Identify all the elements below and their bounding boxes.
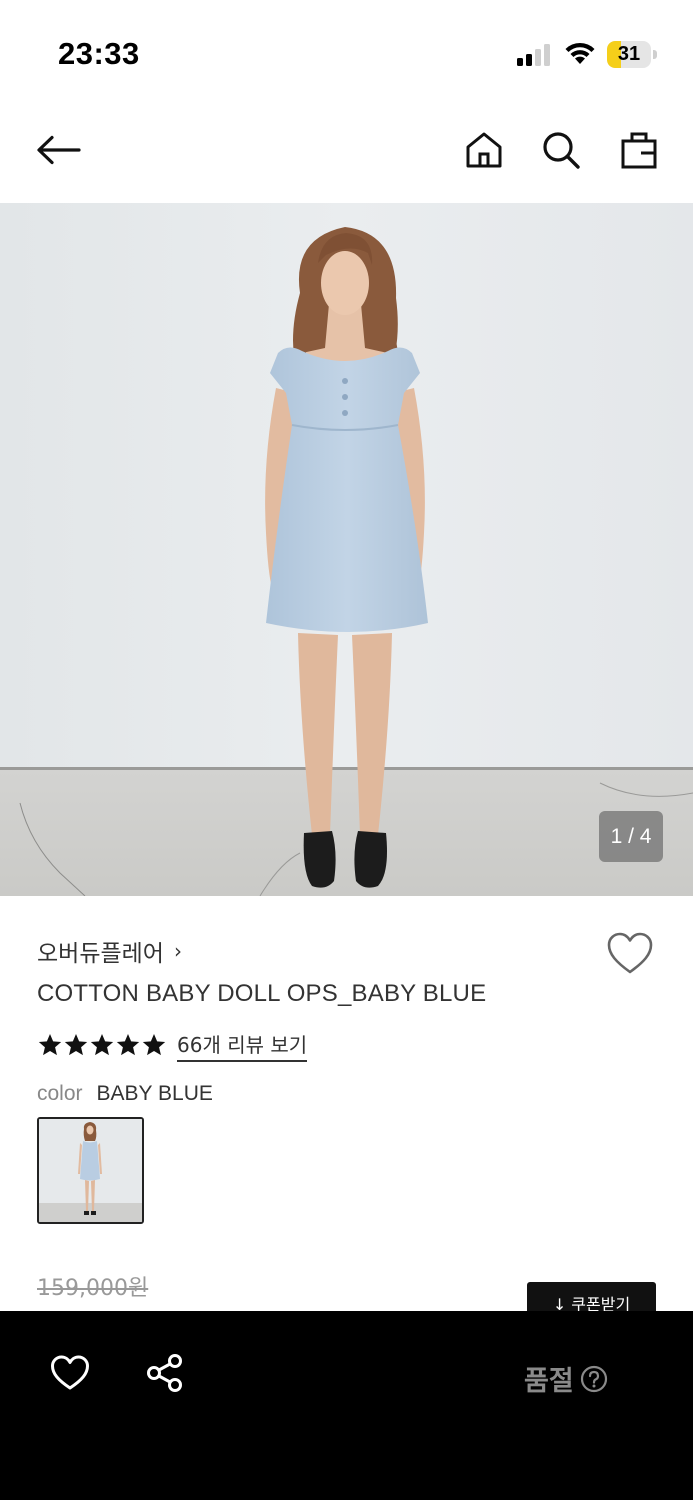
color-row: color BABY BLUE <box>37 1082 213 1106</box>
brand-name: 오버듀플레어 <box>37 941 164 967</box>
cellular-signal-icon <box>517 44 553 66</box>
back-button[interactable] <box>34 126 82 174</box>
heart-outline-icon <box>606 932 654 980</box>
home-icon <box>464 130 504 170</box>
header-nav <box>0 110 693 190</box>
color-value: BABY BLUE <box>96 1082 213 1105</box>
cart-button[interactable] <box>615 126 663 174</box>
brand-link[interactable]: 오버듀플레어 › <box>37 934 182 968</box>
help-icon[interactable] <box>580 1365 608 1393</box>
star-icon <box>142 1033 166 1056</box>
rating-row: 66개 리뷰 보기 <box>37 1029 308 1062</box>
product-hero-image[interactable] <box>0 203 693 896</box>
bottom-wishlist-button[interactable] <box>48 1355 92 1395</box>
color-swatch-thumbnail[interactable] <box>37 1117 144 1224</box>
search-icon <box>541 130 581 170</box>
heart-icon <box>50 1355 90 1395</box>
wifi-icon <box>563 40 597 66</box>
soldout-label: 품절 <box>524 1366 574 1397</box>
image-page-indicator: 1 / 4 <box>599 811 663 862</box>
share-button[interactable] <box>143 1353 187 1397</box>
star-icon <box>38 1033 62 1056</box>
product-title: COTTON BABY DOLL OPS_BABY BLUE <box>37 980 487 1007</box>
original-price: 159,000원 <box>37 1276 149 1301</box>
soldout-status: 품절 <box>524 1359 608 1398</box>
home-button[interactable] <box>460 126 508 174</box>
color-label: color <box>37 1082 83 1105</box>
status-bar: 23:33 31 <box>0 0 693 100</box>
star-icon <box>116 1033 140 1056</box>
chevron-right-icon: › <box>173 939 182 963</box>
reviews-link[interactable]: 66개 리뷰 보기 <box>177 1029 308 1062</box>
share-icon <box>145 1353 185 1397</box>
wishlist-button[interactable] <box>606 932 654 976</box>
back-arrow-icon <box>35 134 81 166</box>
star-icon <box>90 1033 114 1056</box>
battery-icon: 31 <box>607 41 657 68</box>
battery-level: 31 <box>617 43 641 65</box>
status-time: 23:33 <box>58 36 140 71</box>
search-button[interactable] <box>537 126 585 174</box>
star-icon <box>64 1033 88 1056</box>
bottom-action-bar: 품절 <box>0 1311 693 1500</box>
star-rating <box>37 1032 167 1058</box>
shopping-bag-icon <box>619 130 659 170</box>
